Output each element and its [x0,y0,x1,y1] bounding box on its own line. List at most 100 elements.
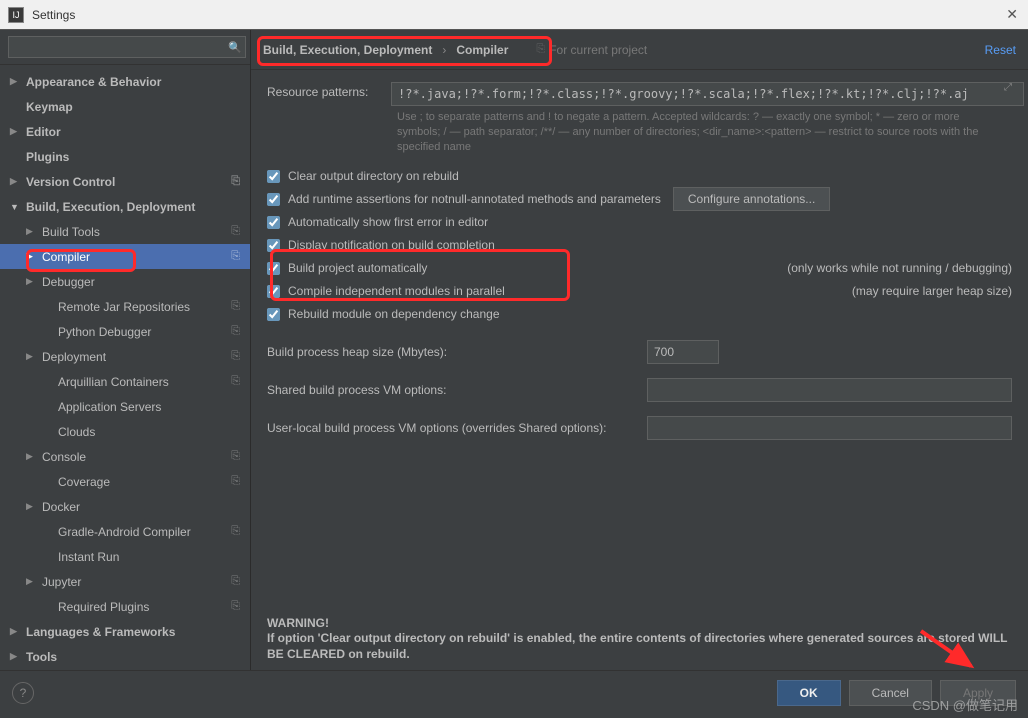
breadcrumb-part[interactable]: Compiler [456,43,508,57]
shared-vm-label: Shared build process VM options: [267,383,446,397]
show-error-label: Automatically show first error in editor [288,215,488,229]
sidebar: 🔍 ▶Appearance & Behavior▶Keymap▶Editor▶P… [0,30,251,670]
chevron-right-icon[interactable]: ▶ [26,451,38,462]
chevron-right-icon[interactable]: ▶ [26,276,38,287]
chevron-right-icon[interactable]: ▶ [10,76,22,87]
tree-item-deployment[interactable]: ▶Deployment⎘ [0,344,250,369]
tree-item-keymap[interactable]: ▶Keymap [0,94,250,119]
title-bar: IJ Settings ✕ [0,0,1028,30]
show-error-checkbox[interactable] [267,216,280,229]
tree-item-python-debugger[interactable]: ▶Python Debugger⎘ [0,319,250,344]
tree-item-required-plugins[interactable]: ▶Required Plugins⎘ [0,594,250,619]
tree-item-application-servers[interactable]: ▶Application Servers [0,394,250,419]
content-area: 🔍 ▶Appearance & Behavior▶Keymap▶Editor▶P… [0,30,1028,670]
tree-item-version-control[interactable]: ▶Version Control⎘ [0,169,250,194]
notify-checkbox[interactable] [267,239,280,252]
tree-item-label: Gradle-Android Compiler [58,525,191,539]
tree-item-label: Required Plugins [58,600,149,614]
ok-button[interactable]: OK [777,680,841,706]
app-icon: IJ [8,7,24,23]
assertions-checkbox[interactable] [267,193,280,206]
tree-item-clouds[interactable]: ▶Clouds [0,419,250,444]
resource-patterns-label: Resource patterns: [267,82,391,99]
local-vm-input[interactable] [647,416,1012,440]
project-scope-icon: ⎘ [231,450,240,463]
expand-icon[interactable]: ⤢ [1004,82,1012,93]
shared-vm-input[interactable] [647,378,1012,402]
tree-item-instant-run[interactable]: ▶Instant Run [0,544,250,569]
heap-row: Build process heap size (Mbytes): [267,340,1012,364]
parallel-label: Compile independent modules in parallel [288,284,505,298]
tree-item-languages-frameworks[interactable]: ▶ Languages & Frameworks [0,619,250,644]
search-icon[interactable]: 🔍 [228,41,242,54]
project-scope-icon: ⎘ [231,350,240,363]
tree-item-label: Version Control [26,175,115,189]
tree-item-label: Tools [26,650,57,664]
tree-item-coverage[interactable]: ▶Coverage⎘ [0,469,250,494]
scope-note: ⎘ For current project [536,43,647,57]
rebuild-dep-checkbox[interactable] [267,308,280,321]
chevron-right-icon[interactable]: ▶ [26,226,38,237]
parallel-note: (may require larger heap size) [832,284,1012,298]
build-auto-note: (only works while not running / debuggin… [767,261,1012,275]
project-scope-icon: ⎘ [231,250,240,263]
chevron-right-icon[interactable]: ▶ [26,576,38,587]
tree-item-debugger[interactable]: ▶ Debugger [0,269,250,294]
tree-item-build-tools[interactable]: ▶Build Tools⎘ [0,219,250,244]
tree-item-compiler[interactable]: ▶ Compiler ⎘ [0,244,250,269]
chevron-down-icon[interactable]: ▼ [10,202,22,212]
tree-item-label: Jupyter [42,575,81,589]
project-scope-icon: ⎘ [231,375,240,388]
tree-item-label: Build, Execution, Deployment [26,200,195,214]
tree-item-tools[interactable]: ▶ Tools [0,644,250,669]
chevron-right-icon[interactable]: ▶ [26,351,38,362]
tree-item-console[interactable]: ▶ Console ⎘ [0,444,250,469]
search-input[interactable] [8,36,246,58]
tree-item-editor[interactable]: ▶ Editor [0,119,250,144]
parallel-checkbox[interactable] [267,285,280,298]
close-icon[interactable]: ✕ [1006,6,1018,23]
tree-item-label: Debugger [42,275,95,289]
chevron-right-icon[interactable]: ▶ [10,126,22,137]
configure-annotations-button[interactable]: Configure annotations... [673,187,830,211]
help-icon[interactable]: ? [12,682,34,704]
warning-title: WARNING! [267,616,1012,630]
tree-item-plugins[interactable]: ▶Plugins [0,144,250,169]
tree-item-label: Compiler [42,250,90,264]
shared-vm-row: Shared build process VM options: [267,378,1012,402]
warning-body: If option 'Clear output directory on reb… [267,630,1012,662]
window-title: Settings [32,8,75,22]
tree-item-build-execution-deployment[interactable]: ▼ Build, Execution, Deployment [0,194,250,219]
chevron-right-icon[interactable]: ▶ [26,501,38,512]
heap-size-input[interactable] [647,340,719,364]
chevron-right-icon[interactable]: ▶ [10,176,22,187]
tree-item-gradle-android-compiler[interactable]: ▶Gradle-Android Compiler⎘ [0,519,250,544]
tree-item-label: Python Debugger [58,325,151,339]
assertions-row: Add runtime assertions for notnull-annot… [267,188,1012,211]
build-auto-row: Build project automatically (only works … [267,257,1012,280]
build-auto-checkbox[interactable] [267,262,280,275]
tree-item-jupyter[interactable]: ▶Jupyter⎘ [0,569,250,594]
chevron-right-icon[interactable]: ▶ [10,651,22,662]
chevron-right-icon[interactable]: ▶ [26,251,38,262]
apply-button[interactable]: Apply [940,680,1016,706]
clear-output-checkbox[interactable] [267,170,280,183]
tree-item-remote-jar-repositories[interactable]: ▶Remote Jar Repositories⎘ [0,294,250,319]
cancel-button[interactable]: Cancel [849,680,932,706]
tree-item-label: Editor [26,125,61,139]
tree-item-appearance-behavior[interactable]: ▶Appearance & Behavior [0,69,250,94]
project-scope-icon: ⎘ [231,300,240,313]
breadcrumb-part[interactable]: Build, Execution, Deployment [263,43,432,57]
tree-item-label: Remote Jar Repositories [58,300,190,314]
chevron-right-icon[interactable]: ▶ [10,626,22,637]
tree-item-label: Console [42,450,86,464]
resource-patterns-input[interactable] [391,82,1024,106]
assertions-label: Add runtime assertions for notnull-annot… [288,192,661,206]
clear-output-label: Clear output directory on rebuild [288,169,459,183]
tree-item-label: Languages & Frameworks [26,625,175,639]
reset-link[interactable]: Reset [985,43,1016,57]
warning-block: WARNING! If option 'Clear output directo… [267,616,1012,670]
tree-item-arquillian-containers[interactable]: ▶Arquillian Containers⎘ [0,369,250,394]
tree-item-docker[interactable]: ▶Docker [0,494,250,519]
breadcrumb: Build, Execution, Deployment › Compiler [263,43,508,57]
